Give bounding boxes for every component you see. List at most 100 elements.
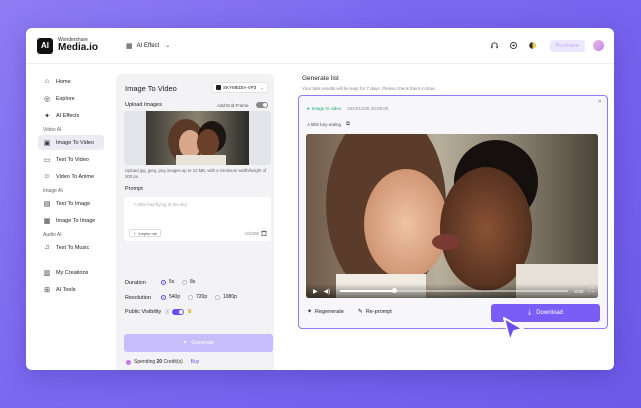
download-icon: ⤓ <box>528 309 532 316</box>
duration-5s-radio[interactable]: 5s <box>161 279 174 285</box>
folder-icon: ▥ <box>43 269 51 277</box>
video-player[interactable]: ▶ ◀) -0:05 ⛶ <box>306 134 598 298</box>
check-icon: ● <box>307 106 310 111</box>
sidebar-item-text-to-image[interactable]: ▤ Text To Image <box>38 196 104 211</box>
end-frame-toggle[interactable] <box>256 102 268 108</box>
chevron-down-icon: ⌄ <box>165 43 171 49</box>
prompt-placeholder: A little bird flying in the sky <box>134 202 187 207</box>
sidebar-item-label: Text To Music <box>56 244 90 251</box>
radio-icon <box>188 294 193 300</box>
prompt-label: Prompt <box>125 186 143 192</box>
theme-icon[interactable] <box>528 41 538 51</box>
sidebar-item-label: Text To Video <box>56 156 89 163</box>
resolution-720p-radio[interactable]: 720p <box>188 294 207 300</box>
radio-label: 540p <box>169 294 181 300</box>
sidebar-item-image-to-video[interactable]: ▣ Image To Video <box>38 135 104 150</box>
user-avatar[interactable] <box>593 40 604 51</box>
sidebar-item-label: AI Tools <box>56 286 76 293</box>
image-video-icon: ▣ <box>43 139 51 147</box>
sidebar-item-label: Home <box>56 78 71 85</box>
sidebar: ⌂ Home ◎ Explore ✦ AI Effects Video AI ▣… <box>26 64 116 370</box>
generate-list-title: Generate list <box>302 75 339 82</box>
reprompt-button[interactable]: ✎ Re-prompt <box>357 308 392 316</box>
spending-suffix: Credit(s) <box>163 359 183 365</box>
sparkle-icon: ✦ <box>44 112 50 120</box>
home-icon: ⌂ <box>44 78 50 85</box>
trash-icon[interactable] <box>261 230 267 238</box>
sidebar-item-home[interactable]: ⌂ Home <box>38 74 104 89</box>
ai-effect-menu[interactable]: ▦ AI Effect ⌄ <box>126 42 170 50</box>
video-icon: ▭ <box>43 156 51 164</box>
radio-label: 720p <box>196 294 208 300</box>
upload-dropzone[interactable] <box>124 111 271 165</box>
result-caption: A little boy eating ⧉ <box>307 121 350 128</box>
resolution-540p-radio[interactable]: 540p <box>161 294 180 300</box>
radio-checked-icon <box>161 294 166 300</box>
sidebar-item-video-to-anime[interactable]: ☺ Video To Anime <box>38 169 104 184</box>
sidebar-item-text-to-music[interactable]: ♫ Text To Music <box>38 240 104 255</box>
duration-8s-radio[interactable]: 8s <box>182 279 195 285</box>
crown-icon: ♛ <box>187 309 193 315</box>
compass-icon: ◎ <box>43 95 51 103</box>
inspire-button[interactable]: ✧ Inspire me <box>129 229 162 237</box>
resolution-label: Resolution <box>125 295 151 301</box>
video-controls: ▶ ◀) -0:05 ⛶ <box>306 284 598 298</box>
settings-icon[interactable] <box>509 41 519 51</box>
ai-effect-label: AI Effect <box>136 42 160 49</box>
settings-panel: Image To Video SKYMEDIA-VP3 ⌄ Upload Ima… <box>116 74 274 370</box>
prompt-input[interactable]: A little bird flying in the sky ✧ Inspir… <box>124 197 271 241</box>
tools-icon: ⊞ <box>44 286 50 294</box>
brand-logo[interactable]: AI Wondershare Media.io <box>37 37 99 54</box>
progress-knob[interactable] <box>392 288 398 294</box>
grid-icon: ▦ <box>126 42 133 50</box>
result-timestamp: 2024/11/25 20:09:00 <box>347 106 389 111</box>
volume-icon[interactable]: ◀) <box>324 288 331 295</box>
headset-icon[interactable] <box>490 41 500 51</box>
sidebar-item-label: Image To Image <box>56 217 96 224</box>
reprompt-label: Re-prompt <box>365 308 392 315</box>
regenerate-button[interactable]: ✦ Regenerate <box>307 308 344 316</box>
char-counter: 0/1000 <box>245 231 259 236</box>
buy-link[interactable]: Buy <box>191 359 200 365</box>
model-select[interactable]: SKYMEDIA-VP3 ⌄ <box>212 82 268 93</box>
radio-icon <box>182 279 187 285</box>
caption-text: A little boy eating <box>307 122 342 127</box>
sidebar-item-my-creations[interactable]: ▥ My Creations <box>38 265 104 280</box>
play-icon[interactable]: ▶ <box>313 288 318 295</box>
copy-icon[interactable]: ⧉ <box>346 121 350 128</box>
close-icon[interactable]: ✕ <box>598 99 602 105</box>
generate-button[interactable]: ✦ Generate <box>124 334 273 352</box>
sidebar-item-label: Video To Anime <box>56 173 95 180</box>
sidebar-item-image-to-image[interactable]: ▦ Image To Image <box>38 213 104 228</box>
sidebar-item-ai-tools[interactable]: ⊞ AI Tools <box>38 282 104 297</box>
radio-label: 1080p <box>223 294 237 300</box>
sidebar-item-text-to-video[interactable]: ▭ Text To Video <box>38 152 104 167</box>
result-card: ✕ ● Image to video 2024/11/25 20:09:00 A… <box>298 95 608 329</box>
bulb-icon: ✧ <box>133 230 137 236</box>
section-image-ai: Image AI <box>43 188 63 194</box>
brand-name: Media.io <box>58 42 99 53</box>
radio-label: 8s <box>190 279 196 285</box>
image-icon: ▤ <box>43 200 51 208</box>
video-frame <box>306 134 598 298</box>
progress-fill <box>340 290 395 292</box>
fullscreen-icon[interactable]: ⛶ <box>590 288 594 295</box>
sparkle-icon: ✦ <box>182 340 188 346</box>
video-progress-bar[interactable] <box>340 288 569 294</box>
purchase-button[interactable]: Purchase <box>549 39 585 52</box>
inspire-label: Inspire me <box>138 230 158 236</box>
mouse-cursor-icon <box>503 317 524 342</box>
edit-icon: ✎ <box>357 309 363 315</box>
sidebar-item-explore[interactable]: ◎ Explore <box>38 91 104 106</box>
duration-label: Duration <box>125 280 146 286</box>
end-frame-label: Add End Frame <box>217 103 249 108</box>
visibility-toggle[interactable] <box>172 309 184 315</box>
anime-icon: ☺ <box>43 173 51 180</box>
sidebar-item-ai-effects[interactable]: ✦ AI Effects <box>38 108 104 123</box>
generate-list-subtitle: Your task results will be kept for 7 day… <box>302 86 436 91</box>
visibility-label: Public Visibility <box>125 309 162 315</box>
resolution-1080p-radio[interactable]: 1080p <box>215 294 237 300</box>
spending-prefix: Spending <box>134 359 156 365</box>
regenerate-label: Regenerate <box>315 308 344 315</box>
sparkle-icon: ✦ <box>307 309 313 315</box>
